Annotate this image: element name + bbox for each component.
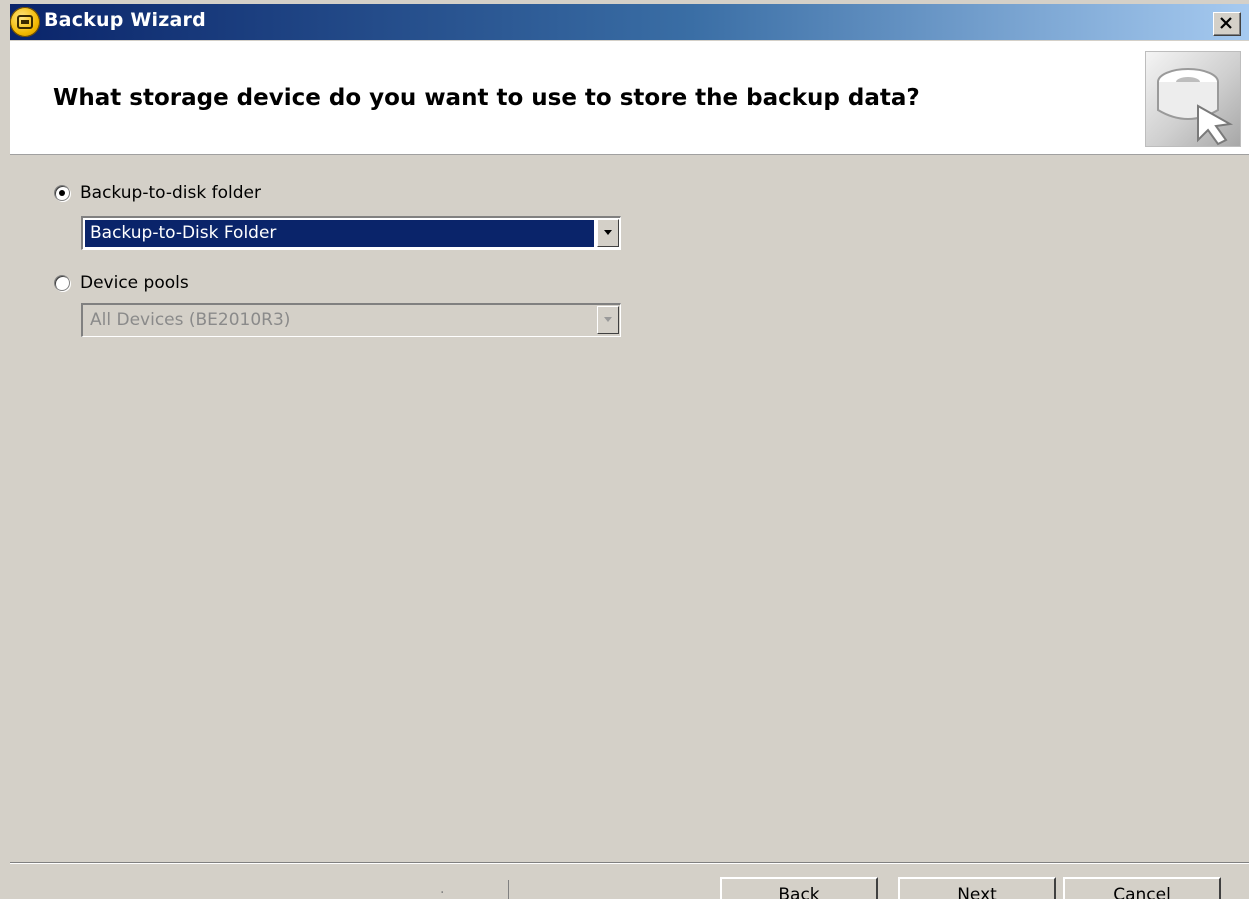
radio-label-device-pools: Device pools	[80, 273, 189, 293]
backup-to-disk-folder-dropdown[interactable]: Backup-to-Disk Folder	[81, 216, 621, 250]
device-pools-dropdown: All Devices (BE2010R3)	[81, 303, 621, 337]
wizard-header: What storage device do you want to use t…	[10, 41, 1249, 155]
dropdown-selected-value: All Devices (BE2010R3)	[90, 310, 291, 330]
chevron-down-icon	[604, 317, 612, 322]
footer-marks: ·	[440, 885, 445, 899]
wizard-content: Backup-to-disk folder Backup-to-Disk Fol…	[10, 156, 1249, 862]
backup-wizard-window: Backup Wizard What storage device do you…	[0, 0, 1249, 899]
dropdown-selected-value: Backup-to-Disk Folder	[85, 220, 594, 247]
radio-button-device-pools[interactable]	[54, 275, 70, 291]
close-button[interactable]	[1213, 12, 1241, 36]
tape-storage-icon	[1145, 51, 1241, 147]
footer-divider	[508, 880, 509, 899]
dropdown-arrow-button	[597, 306, 619, 334]
close-icon	[1220, 17, 1232, 29]
radio-button-backup-to-disk[interactable]	[54, 185, 70, 201]
footer-separator	[10, 862, 1249, 864]
next-button[interactable]: Next	[898, 877, 1056, 899]
dropdown-arrow-button[interactable]	[597, 219, 619, 247]
title-bar[interactable]: Backup Wizard	[10, 4, 1249, 40]
page-title: What storage device do you want to use t…	[53, 85, 920, 111]
window-title: Backup Wizard	[44, 9, 206, 31]
radio-backup-to-disk[interactable]: Backup-to-disk folder	[54, 183, 261, 203]
cancel-button[interactable]: Cancel	[1063, 877, 1221, 899]
back-button[interactable]: Back	[720, 877, 878, 899]
backup-exec-icon	[10, 7, 40, 37]
radio-label-backup-to-disk: Backup-to-disk folder	[80, 183, 261, 203]
chevron-down-icon	[604, 230, 612, 235]
radio-device-pools[interactable]: Device pools	[54, 273, 189, 293]
